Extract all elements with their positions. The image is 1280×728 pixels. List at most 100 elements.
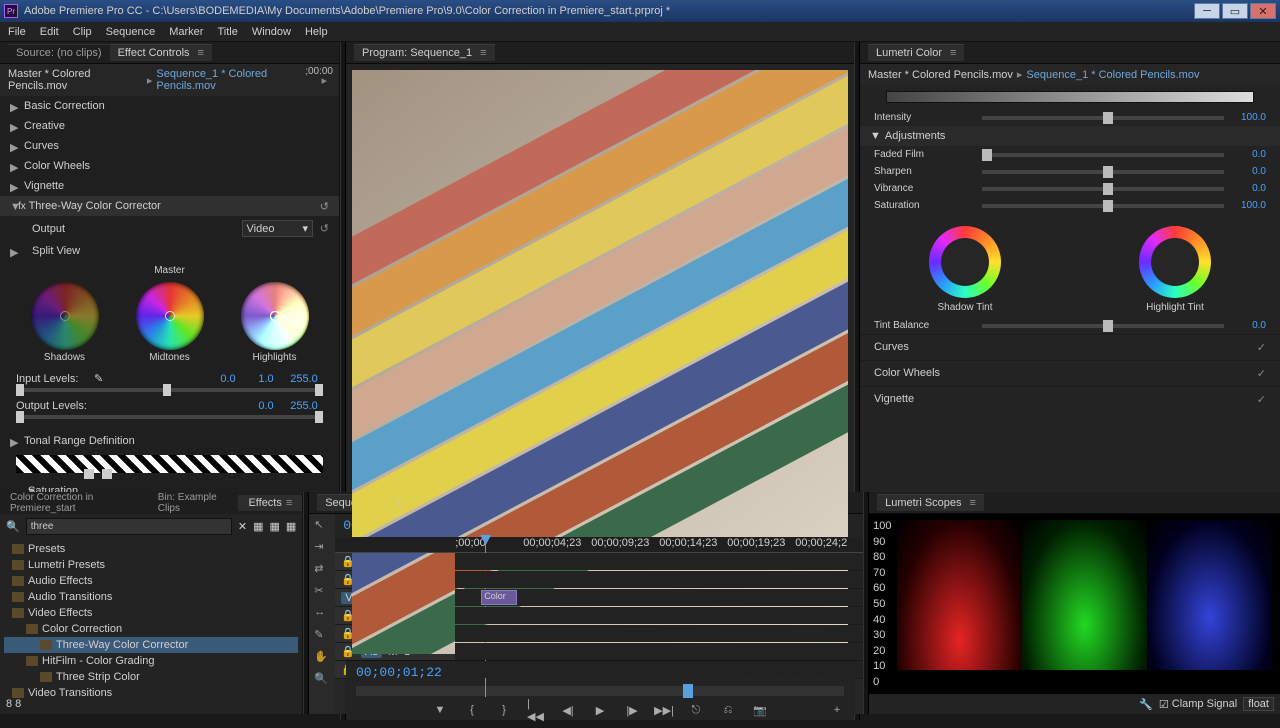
clamp-signal-checkbox[interactable]: ☑Clamp Signal [1159, 698, 1237, 711]
track-select-icon[interactable]: ⇥ [314, 540, 330, 556]
split-view[interactable]: ▶Split View [0, 241, 339, 261]
saturation-slider[interactable]: Saturation100.0 [860, 197, 1280, 214]
vibrance-slider[interactable]: Vibrance0.0 [860, 180, 1280, 197]
check-icon[interactable]: ✓ [1257, 341, 1266, 354]
lift-button[interactable]: ⎋ [687, 702, 705, 718]
highlight-tint-wheel[interactable] [1139, 226, 1211, 298]
ripple-edit-icon[interactable]: ⇄ [314, 562, 330, 578]
tree-item[interactable]: Three Strip Color [4, 669, 298, 685]
menu-title[interactable]: Title [217, 26, 237, 38]
section-vignette[interactable]: ▶Vignette [0, 176, 339, 196]
export-frame-button[interactable]: 📷 [751, 702, 769, 718]
panel-menu-icon[interactable]: ≡ [950, 47, 956, 59]
look-preview[interactable] [886, 91, 1254, 103]
program-tab[interactable]: Program: Sequence_1≡ [354, 44, 495, 61]
tonal-range-slider[interactable] [16, 455, 323, 473]
effect-three-way[interactable]: ▼ fx Three-Way Color Corrector ↺ [0, 196, 339, 216]
section-basic[interactable]: ▶Basic Correction [0, 96, 339, 116]
go-to-out-button[interactable]: ▶▶| [655, 702, 673, 718]
extract-button[interactable]: ⎌ [719, 702, 737, 718]
rgb-parade-scope[interactable]: 1009080706050403020100 [869, 514, 1280, 694]
tree-item[interactable]: Lumetri Presets [4, 557, 298, 573]
section-color-wheels[interactable]: ▶Color Wheels [0, 156, 339, 176]
input-levels-slider[interactable] [16, 388, 323, 392]
program-scrubber[interactable] [356, 686, 844, 696]
zoom-icon[interactable]: 🔍 [314, 672, 330, 688]
menu-clip[interactable]: Clip [73, 26, 92, 38]
intensity-slider[interactable]: Intensity 100.0 [860, 109, 1280, 126]
tree-item[interactable]: Color Correction [4, 621, 298, 637]
slip-icon[interactable]: ↔ [314, 606, 330, 622]
sharpen-slider[interactable]: Sharpen0.0 [860, 163, 1280, 180]
wrench-icon[interactable]: 🔧 [1139, 698, 1153, 711]
menu-sequence[interactable]: Sequence [106, 26, 156, 38]
effects-search-input[interactable] [26, 518, 232, 535]
preset-icon[interactable]: ▦ [269, 520, 279, 533]
preset-icon[interactable]: ▦ [253, 520, 263, 533]
effects-tab[interactable]: Effects≡ [238, 495, 302, 511]
razor-icon[interactable]: ✂ [314, 584, 330, 600]
shadow-tint-wheel[interactable] [929, 226, 1001, 298]
scope-mode-select[interactable]: float [1243, 697, 1274, 711]
maximize-button[interactable]: ▭ [1222, 3, 1248, 19]
eyedropper-icon[interactable]: ✎ [94, 372, 103, 385]
menu-file[interactable]: File [8, 26, 26, 38]
go-to-in-button[interactable]: |◀◀ [527, 702, 545, 718]
tint-balance-slider[interactable]: Tint Balance0.0 [860, 317, 1280, 334]
hand-icon[interactable]: ✋ [314, 650, 330, 666]
panel-menu-icon[interactable]: ≡ [198, 47, 204, 59]
output-levels-slider[interactable] [16, 415, 323, 419]
tree-item[interactable]: HitFilm - Color Grading [4, 653, 298, 669]
reset-icon[interactable]: ↺ [320, 222, 329, 235]
tree-item[interactable]: Audio Effects [4, 573, 298, 589]
tree-item-selected[interactable]: Three-Way Color Corrector [4, 637, 298, 653]
check-icon[interactable]: ✓ [1257, 367, 1266, 380]
vignette-section[interactable]: Vignette✓ [860, 386, 1280, 412]
curves-section[interactable]: Curves✓ [860, 334, 1280, 360]
menu-window[interactable]: Window [252, 26, 291, 38]
menu-help[interactable]: Help [305, 26, 328, 38]
add-button[interactable]: + [828, 702, 846, 718]
scopes-tab[interactable]: Lumetri Scopes≡ [877, 494, 984, 511]
menu-marker[interactable]: Marker [169, 26, 203, 38]
highlights-wheel[interactable] [241, 282, 309, 350]
effect-controls-tab[interactable]: Effect Controls≡ [110, 44, 212, 61]
program-timecode[interactable]: 00;00;01;22 [356, 665, 442, 680]
panel-menu-icon[interactable]: ≡ [480, 47, 486, 59]
close-button[interactable]: ✕ [1250, 3, 1276, 19]
minimize-button[interactable]: ─ [1194, 3, 1220, 19]
shadows-wheel[interactable] [31, 282, 99, 350]
reset-icon[interactable]: ↺ [320, 200, 329, 213]
tree-item[interactable]: Audio Transitions [4, 589, 298, 605]
in-point-button[interactable]: { [463, 702, 481, 718]
step-forward-button[interactable]: |▶ [623, 702, 641, 718]
midtones-wheel[interactable] [136, 282, 204, 350]
source-tab[interactable]: Source: (no clips) [8, 44, 110, 61]
pen-icon[interactable]: ✎ [314, 628, 330, 644]
bin-tab[interactable]: Bin: Example Clips [148, 490, 239, 516]
out-point-button[interactable]: } [495, 702, 513, 718]
section-curves[interactable]: ▶Curves [0, 136, 339, 156]
selection-tool-icon[interactable]: ↖ [314, 518, 330, 534]
playhead-icon[interactable] [683, 684, 693, 698]
faded-film-slider[interactable]: Faded Film0.0 [860, 146, 1280, 163]
tree-item[interactable]: Video Transitions [4, 685, 298, 701]
tonal-range[interactable]: ▶Tonal Range Definition [0, 431, 339, 451]
menu-edit[interactable]: Edit [40, 26, 59, 38]
lumetri-tab[interactable]: Lumetri Color≡ [868, 44, 964, 61]
output-select[interactable]: Video▾ [242, 220, 313, 237]
preset-icon[interactable]: ▦ [286, 520, 296, 533]
clear-search-icon[interactable]: ✕ [238, 520, 247, 533]
play-button[interactable]: ▶ [591, 702, 609, 718]
step-back-button[interactable]: ◀| [559, 702, 577, 718]
section-creative[interactable]: ▶Creative [0, 116, 339, 136]
check-icon[interactable]: ✓ [1257, 393, 1266, 406]
color-wheels-section[interactable]: Color Wheels✓ [860, 360, 1280, 386]
tree-item[interactable]: Presets [4, 541, 298, 557]
project-tab[interactable]: Color Correction in Premiere_start [0, 490, 148, 516]
tree-item[interactable]: Video Effects [4, 605, 298, 621]
timeline-ruler[interactable]: ;00;0000;00;04;2300;00;09;2300;00;14;230… [335, 537, 863, 553]
timeline-clip[interactable]: Color [481, 590, 517, 605]
adjustments-header[interactable]: ▼Adjustments [860, 126, 1280, 146]
mark-in-button[interactable]: ▼ [431, 702, 449, 718]
